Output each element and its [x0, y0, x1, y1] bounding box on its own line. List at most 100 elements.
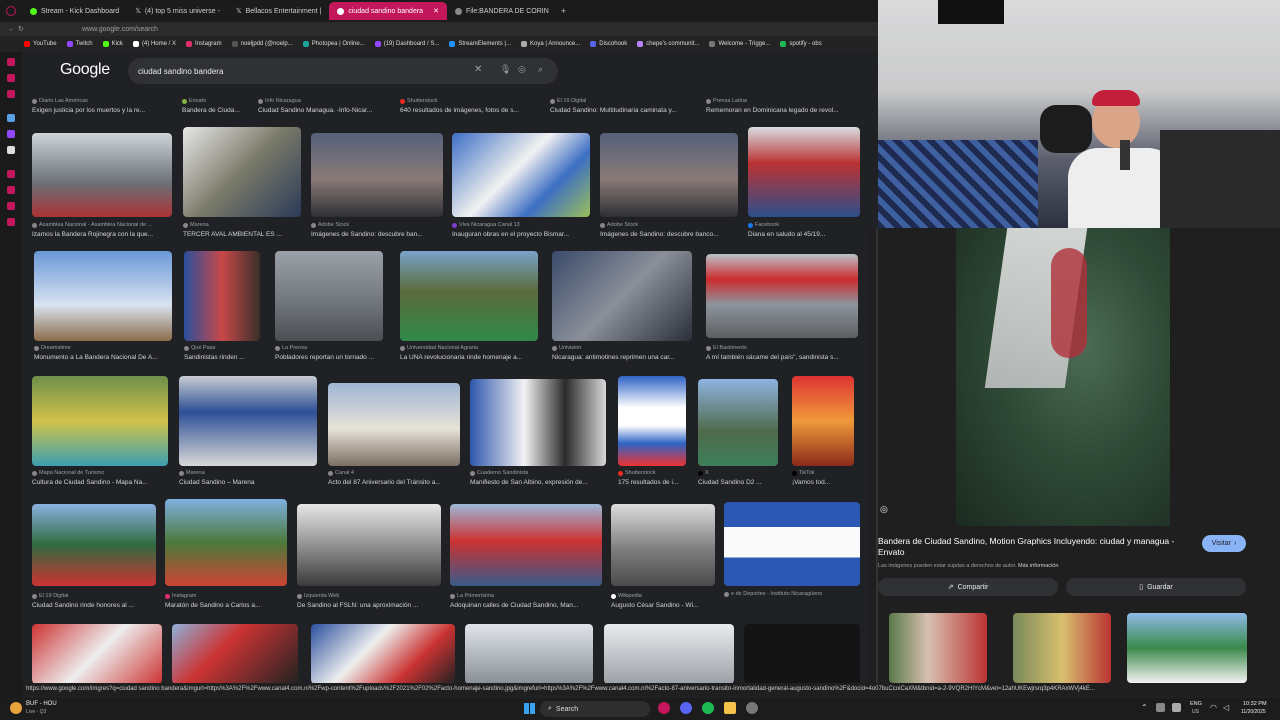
visit-button[interactable]: Visitar › [1202, 535, 1246, 552]
image-result[interactable]: Asamblea Nacional - Asamblea Nacional de… [32, 133, 172, 243]
sidebar-icon-6[interactable] [7, 186, 15, 194]
x-icon[interactable] [7, 146, 15, 154]
result-image[interactable] [604, 624, 734, 684]
result-image[interactable] [32, 624, 162, 684]
image-result[interactable] [32, 624, 162, 684]
microphone-icon[interactable]: 🎙 [500, 64, 511, 75]
search-query[interactable]: ciudad sandino bandera [138, 67, 223, 76]
lens-icon[interactable]: ◎ [518, 64, 526, 75]
tray-app-icon[interactable] [1156, 703, 1165, 712]
result-image[interactable] [311, 624, 455, 684]
image-result[interactable]: Wikipedia Augusto César Sandino - Wi... [611, 504, 715, 620]
volume-icon[interactable]: ◁ [1223, 703, 1229, 712]
search-input[interactable]: ciudad sandino bandera ✕ 🎙 ◎ ⌕ [128, 58, 558, 84]
image-result[interactable]: El 19 Digital Ciudad Sandino: Multitudin… [550, 88, 700, 118]
wifi-icon[interactable]: ◠ [1210, 703, 1217, 712]
bookmark-noeljpdd[interactable]: noeljpdd (@noelp... [231, 41, 293, 47]
result-image[interactable] [611, 504, 715, 586]
result-image[interactable] [275, 251, 383, 341]
windows-start-icon[interactable] [524, 703, 535, 714]
language-indicator[interactable]: ENG [1190, 701, 1202, 707]
result-image[interactable] [600, 133, 738, 217]
tab-kick[interactable]: Stream - Kick Dashboard [22, 2, 127, 20]
result-image[interactable] [32, 504, 156, 586]
sidebar-icon-3[interactable] [7, 90, 15, 98]
image-result[interactable] [172, 624, 298, 684]
bookmark-instagram[interactable]: Instagram [185, 41, 222, 47]
sidebar-icon-8[interactable] [7, 218, 15, 226]
tab-google-search[interactable]: ciudad sandino bandera ✕ [329, 2, 447, 20]
image-result[interactable]: TikTok ¡Vamos tod... [792, 376, 854, 494]
image-result[interactable]: Qué Pasa Sandinistas rinden ... [184, 251, 260, 369]
taskbar-search[interactable]: ⌕ Search [540, 701, 650, 717]
image-result[interactable]: Izquierda Web De Sandino al FSLN: una ap… [297, 504, 441, 620]
image-result[interactable]: El Bastimento A mí también sácame del pa… [706, 254, 858, 369]
tab-wikimedia[interactable]: File:BANDERA DE CORIN [447, 2, 557, 20]
result-image[interactable] [450, 504, 602, 586]
image-result[interactable]: Adobe Stock Imágenes de Sandino: descubr… [600, 133, 738, 243]
preview-title[interactable]: Bandera de Ciudad Sandino, Motion Graphi… [878, 536, 1196, 558]
result-image[interactable] [744, 624, 860, 684]
app-explorer-icon[interactable] [724, 702, 736, 714]
bookmark-photopea[interactable]: Photopea | Online... [302, 41, 365, 47]
result-image[interactable] [311, 133, 443, 217]
tray-app-icon-2[interactable] [1172, 703, 1181, 712]
sidebar-icon-7[interactable] [7, 202, 15, 210]
address-text[interactable]: www.google.com/search [82, 26, 158, 33]
result-image[interactable] [32, 376, 168, 466]
image-result[interactable]: Diario Las Américas Exigen justicia por … [32, 88, 172, 118]
clear-icon[interactable]: ✕ [474, 64, 482, 75]
image-result[interactable] [311, 624, 455, 684]
twitch-icon[interactable] [7, 130, 15, 138]
bookmark-welcome[interactable]: Welcome - Trigge... [709, 41, 770, 47]
reload-icon[interactable]: ↻ [18, 25, 24, 33]
tray-chevron-icon[interactable]: ⌃ [1141, 703, 1148, 712]
new-tab-button[interactable]: + [561, 6, 566, 16]
result-image[interactable] [452, 133, 590, 217]
back-icon[interactable]: ← [8, 26, 15, 33]
bookmark-spotify[interactable]: spotify - obs [780, 41, 822, 47]
image-result[interactable] [744, 624, 860, 684]
app-spotify-icon[interactable] [702, 702, 714, 714]
image-result[interactable]: Info Nicaragua Ciudad Sandino Managua. -… [258, 88, 398, 118]
image-result[interactable]: Cuaderno Sandinista Manifiesto de San Al… [470, 379, 606, 494]
image-result[interactable]: Shutterstock 175 resultados de i... [618, 376, 686, 494]
image-result[interactable]: Canal 4 Acto del 87 Aniversario del Trán… [328, 383, 460, 494]
related-image[interactable] [1013, 613, 1111, 683]
close-icon[interactable]: ✕ [433, 7, 439, 15]
result-image[interactable] [165, 499, 287, 586]
bookmark-streamelements[interactable]: StreamElements |... [449, 41, 511, 47]
sidebar-icon-2[interactable] [7, 74, 15, 82]
result-image[interactable] [748, 127, 860, 217]
bookmark-x-home[interactable]: (4) Home / X [132, 41, 176, 47]
result-image[interactable] [618, 376, 686, 466]
image-result[interactable]: La Primerísima Adoquinan calles de Ciuda… [450, 504, 602, 620]
bookmark-chepe[interactable]: chepe's communit... [637, 41, 699, 47]
image-result[interactable]: Univision Nicaragua: antimotines reprime… [552, 251, 692, 369]
image-result[interactable]: Shutterstock 640 resultados de imágenes,… [400, 88, 540, 118]
result-image[interactable] [400, 251, 538, 341]
app-obs-icon[interactable] [746, 702, 758, 714]
image-result[interactable]: La Prensa Pobladores reportan un tornado… [275, 251, 383, 369]
related-image[interactable] [1127, 613, 1247, 683]
result-image[interactable] [183, 127, 301, 217]
image-result[interactable]: Facebook Diana en saludo al 45/19... [748, 127, 860, 243]
bookmark-twitch[interactable]: Twitch [66, 41, 93, 47]
image-result[interactable]: Mapa Nacional de Turismo Cultura de Ciud… [32, 376, 168, 494]
image-result[interactable]: Prensa Latina Rememoran en Dominicana le… [706, 88, 856, 118]
image-result[interactable]: Dreamstime Monumento a La Bandera Nacion… [34, 251, 172, 369]
image-result[interactable] [465, 624, 593, 684]
lens-icon[interactable]: ◎ [880, 504, 888, 515]
more-info-link[interactable]: Más información [1018, 563, 1058, 569]
image-result[interactable]: Viva Nicaragua Canal 13 Inauguran obras … [452, 133, 590, 243]
result-image[interactable] [179, 376, 317, 466]
bookmark-discohook[interactable]: Discohook [590, 41, 627, 47]
result-image[interactable] [470, 379, 606, 466]
app-discord-icon[interactable] [680, 702, 692, 714]
image-result[interactable]: Instagram Maratón de Sandino a Carlos a.… [165, 499, 287, 620]
bookmark-dashboard[interactable]: (19) Dashboard / S... [374, 41, 439, 47]
preview-image[interactable] [956, 228, 1170, 526]
google-logo[interactable]: Google [60, 61, 110, 79]
result-image[interactable] [465, 624, 593, 684]
image-result[interactable] [604, 624, 734, 684]
